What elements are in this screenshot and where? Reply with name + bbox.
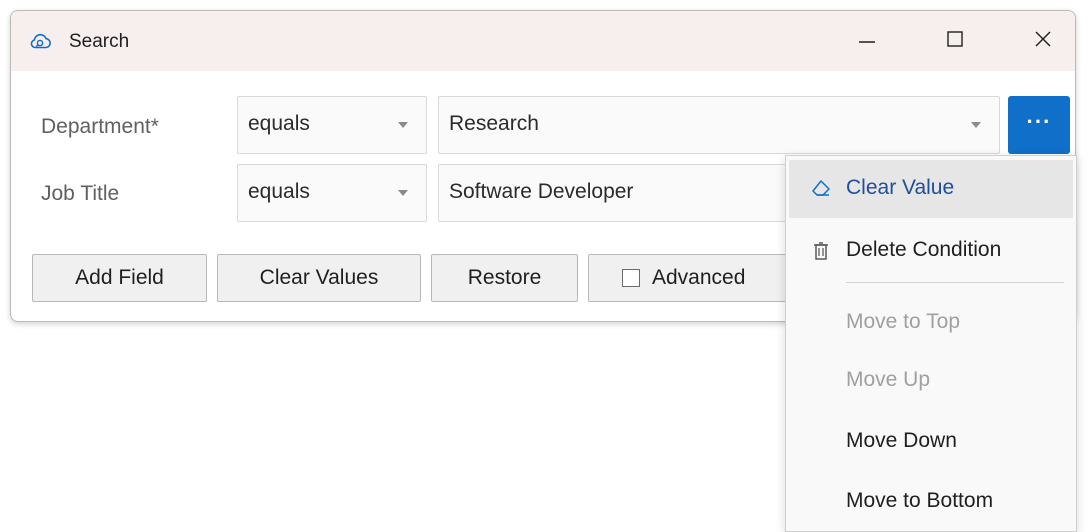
menu-item-label: Move Up	[846, 368, 931, 391]
minimize-button[interactable]	[835, 11, 899, 71]
condition-value: Research	[449, 112, 539, 135]
condition-context-menu: Clear Value Delete Condition Move to Top…	[785, 155, 1077, 532]
more-options-button[interactable]: ···	[1008, 96, 1070, 154]
operator-value: equals	[248, 180, 310, 203]
maximize-button[interactable]	[923, 11, 987, 71]
add-field-button[interactable]: Add Field	[32, 254, 207, 302]
menu-item-clear-value[interactable]: Clear Value	[789, 160, 1073, 218]
restore-button[interactable]: Restore	[431, 254, 578, 302]
clear-values-button[interactable]: Clear Values	[217, 254, 421, 302]
operator-select-department[interactable]: equals	[237, 96, 427, 154]
advanced-toggle[interactable]: Advanced	[588, 254, 788, 302]
menu-item-delete-condition[interactable]: Delete Condition	[789, 222, 1073, 280]
menu-item-label: Move to Bottom	[846, 489, 994, 512]
operator-value: equals	[248, 112, 310, 135]
trash-icon	[811, 241, 831, 261]
menu-divider	[846, 282, 1064, 283]
condition-value: Software Developer	[449, 180, 634, 203]
advanced-checkbox[interactable]	[622, 269, 640, 287]
menu-item-label: Move Down	[846, 429, 957, 452]
cloud-search-icon	[29, 29, 53, 53]
eraser-icon	[811, 179, 831, 199]
chevron-down-icon	[971, 122, 981, 128]
maximize-icon	[946, 30, 964, 53]
menu-item-label: Delete Condition	[846, 238, 1002, 261]
close-button[interactable]	[1011, 11, 1075, 71]
menu-item-move-down[interactable]: Move Down	[789, 413, 1073, 471]
close-icon	[1034, 30, 1052, 53]
condition-label-department: Department*	[41, 115, 159, 138]
chevron-down-icon	[398, 190, 408, 196]
menu-item-move-to-bottom[interactable]: Move to Bottom	[789, 473, 1073, 531]
minimize-icon	[858, 30, 876, 53]
title-bar: Search	[11, 11, 1075, 71]
menu-item-move-to-top: Move to Top	[789, 294, 1073, 352]
chevron-down-icon	[398, 122, 408, 128]
menu-item-label: Clear Value	[846, 176, 955, 199]
menu-item-move-up: Move Up	[789, 352, 1073, 410]
value-select-department[interactable]: Research	[438, 96, 1000, 154]
operator-select-job-title[interactable]: equals	[237, 164, 427, 222]
condition-label-job-title: Job Title	[41, 182, 120, 205]
ellipsis-icon: ···	[1026, 109, 1052, 134]
advanced-label: Advanced	[652, 266, 746, 289]
menu-item-label: Move to Top	[846, 310, 961, 333]
window-title: Search	[69, 31, 130, 52]
